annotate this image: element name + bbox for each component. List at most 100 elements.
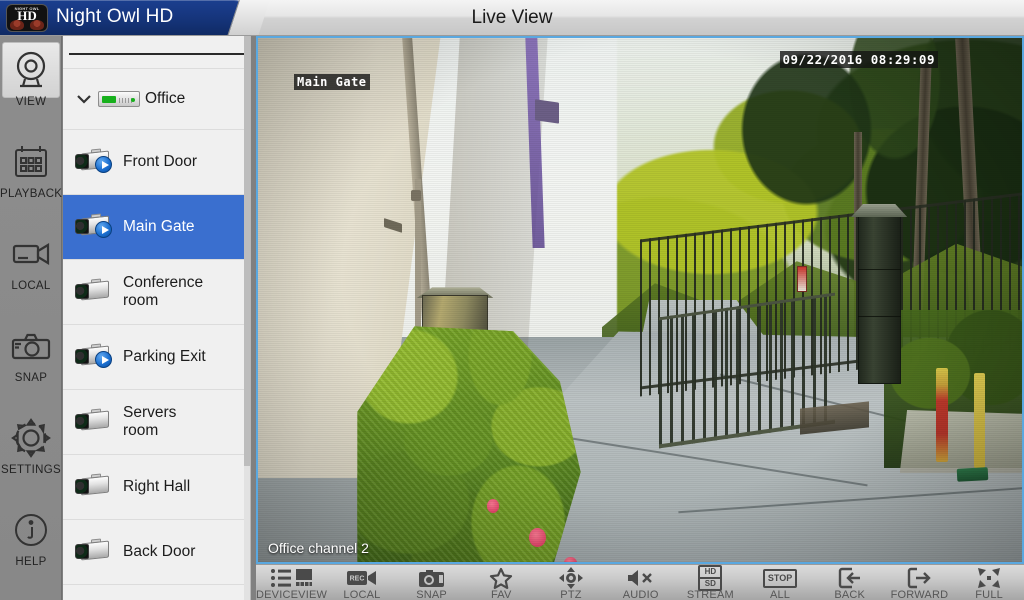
camera-icon bbox=[73, 535, 121, 569]
toolbar-button-ptz[interactable]: PTZ bbox=[536, 565, 606, 600]
toolbar-button-back[interactable]: BACK bbox=[815, 565, 885, 600]
stream-chip-sd: SD bbox=[704, 579, 716, 588]
rail-label-settings: SETTINGS bbox=[1, 464, 61, 476]
toolbar-button-deviceview[interactable]: DEVICEVIEW bbox=[256, 565, 327, 600]
toolbar-label: ALL bbox=[769, 589, 791, 600]
camera-dome-icon bbox=[2, 42, 60, 98]
camera-icon bbox=[73, 210, 121, 244]
night-owl-logo-icon: NIGHT OWL HD bbox=[6, 4, 48, 32]
tree-item-parking-exit[interactable]: Parking Exit bbox=[63, 325, 250, 390]
scrollbar-thumb[interactable] bbox=[244, 36, 250, 466]
scene-vignette bbox=[258, 38, 1022, 562]
tree-item-next-partial[interactable] bbox=[63, 585, 250, 600]
calendar-icon bbox=[2, 134, 60, 190]
streaming-play-badge-icon bbox=[95, 156, 112, 173]
live-view-video-panel[interactable]: Main Gate 09/22/2016 08:29:09 Office cha… bbox=[256, 36, 1024, 564]
title-bar: Live View NIGHT OWL HD Night Owl HD bbox=[0, 0, 1024, 36]
device-tree-panel: Office Front Door Main Gate Conference r… bbox=[63, 36, 251, 600]
rail-label-local: LOCAL bbox=[11, 280, 51, 292]
osd-channel-label: Office channel 2 bbox=[268, 540, 369, 556]
stop-chip-text: STOP bbox=[762, 568, 798, 588]
toolbar-button-full[interactable]: FULL bbox=[954, 565, 1024, 600]
streaming-play-badge-icon bbox=[95, 221, 112, 238]
camera-icon bbox=[73, 470, 121, 504]
toolbar-button-local[interactable]: REC LOCAL bbox=[327, 565, 397, 600]
ptz-dpad-icon bbox=[558, 567, 583, 589]
osd-camera-name: Main Gate bbox=[294, 74, 370, 90]
tree-item-back-door[interactable]: Back Door bbox=[63, 520, 250, 585]
tree-item-label: Back Door bbox=[123, 543, 196, 560]
speaker-mute-icon bbox=[626, 567, 656, 589]
dvr-icon bbox=[95, 82, 143, 116]
arrow-out-right-icon bbox=[907, 567, 932, 589]
fullscreen-icon bbox=[977, 567, 1001, 589]
rail-label-help: HELP bbox=[15, 556, 47, 568]
toolbar-label: FORWARD bbox=[890, 589, 949, 600]
toolbar-button-stream[interactable]: HD SD STREAM bbox=[676, 565, 746, 600]
owl-right-icon bbox=[30, 20, 44, 30]
camera-icon bbox=[73, 405, 121, 439]
tree-item-label: Main Gate bbox=[123, 218, 195, 235]
tree-item-right-hall[interactable]: Right Hall bbox=[63, 455, 250, 520]
photo-camera-icon bbox=[2, 318, 60, 374]
camera-icon bbox=[73, 275, 121, 309]
camera-icon bbox=[73, 340, 121, 374]
tree-item-label: Right Hall bbox=[123, 478, 191, 495]
toolbar-label: FAV bbox=[491, 589, 512, 600]
toolbar-label: AUDIO bbox=[622, 589, 659, 600]
toolbar-label: SNAP bbox=[416, 589, 447, 600]
toolbar-label: STREAM bbox=[686, 589, 734, 600]
rail-label-playback: PLAYBACK bbox=[0, 188, 63, 200]
toolbar-label: LOCAL bbox=[343, 589, 381, 600]
toolbar-button-audio[interactable]: AUDIO bbox=[606, 565, 676, 600]
camera-icon bbox=[73, 145, 121, 179]
stream-chip-hd: HD bbox=[700, 567, 721, 579]
navigation-rail: VIEW PLAYBACK LOCAL SNAP SETTINGS HELP bbox=[0, 36, 62, 600]
owl-left-icon bbox=[10, 20, 24, 30]
rail-item-playback[interactable]: PLAYBACK bbox=[0, 132, 62, 214]
device-tree-scrollbar[interactable] bbox=[244, 36, 250, 600]
arrow-in-left-icon bbox=[838, 567, 862, 589]
streaming-play-badge-icon bbox=[95, 351, 112, 368]
playback-toolbar: DEVICEVIEW REC LOCAL SNAP FAV PTZ AUDIO … bbox=[256, 564, 1024, 600]
toolbar-button-snap[interactable]: SNAP bbox=[397, 565, 467, 600]
rail-item-settings[interactable]: SETTINGS bbox=[0, 408, 62, 490]
tree-item-label: Front Door bbox=[123, 153, 198, 170]
svg-text:REC: REC bbox=[350, 576, 365, 583]
chevron-down-icon[interactable] bbox=[73, 93, 95, 105]
tree-group-label: Office bbox=[145, 90, 186, 107]
rail-item-local[interactable]: LOCAL bbox=[0, 224, 62, 306]
info-circle-icon bbox=[2, 502, 60, 558]
tree-item-label: Parking Exit bbox=[123, 348, 206, 365]
tree-item-main-gate[interactable]: Main Gate bbox=[63, 195, 250, 260]
device-view-icon bbox=[270, 567, 314, 589]
tree-item-conference-room[interactable]: Conference room bbox=[63, 260, 250, 325]
toolbar-label: BACK bbox=[834, 589, 866, 600]
rail-label-view: VIEW bbox=[15, 96, 47, 108]
toolbar-button-all[interactable]: STOP ALL bbox=[745, 565, 815, 600]
tree-item-servers-room[interactable]: Servers room bbox=[63, 390, 250, 455]
toolbar-label: FULL bbox=[975, 589, 1003, 600]
video-frame bbox=[258, 38, 1022, 562]
toolbar-label: DEVICEVIEW bbox=[256, 589, 328, 600]
rec-camcorder-icon: REC bbox=[346, 567, 377, 589]
application-window: Live View NIGHT OWL HD Night Owl HD VIEW bbox=[0, 0, 1024, 600]
star-icon bbox=[489, 567, 513, 589]
rail-item-view[interactable]: VIEW bbox=[0, 40, 62, 122]
toolbar-button-forward[interactable]: FORWARD bbox=[885, 565, 955, 600]
osd-timestamp: 09/22/2016 08:29:09 bbox=[779, 51, 938, 68]
rail-item-snap[interactable]: SNAP bbox=[0, 316, 62, 398]
stop-icon: STOP bbox=[762, 567, 798, 589]
photo-camera-icon bbox=[418, 567, 446, 589]
device-tree-list[interactable]: Office Front Door Main Gate Conference r… bbox=[63, 36, 250, 600]
rail-item-help[interactable]: HELP bbox=[0, 500, 62, 582]
tree-group-office[interactable]: Office bbox=[63, 68, 250, 130]
tree-item-label: Servers room bbox=[123, 404, 177, 439]
gear-icon bbox=[2, 410, 60, 466]
tab-label: Night Owl HD bbox=[56, 6, 174, 27]
tree-item-label: Conference room bbox=[123, 274, 204, 309]
toolbar-label: PTZ bbox=[560, 589, 582, 600]
tree-item-front-door[interactable]: Front Door bbox=[63, 130, 250, 195]
rail-label-snap: SNAP bbox=[14, 372, 48, 384]
toolbar-button-fav[interactable]: FAV bbox=[466, 565, 536, 600]
